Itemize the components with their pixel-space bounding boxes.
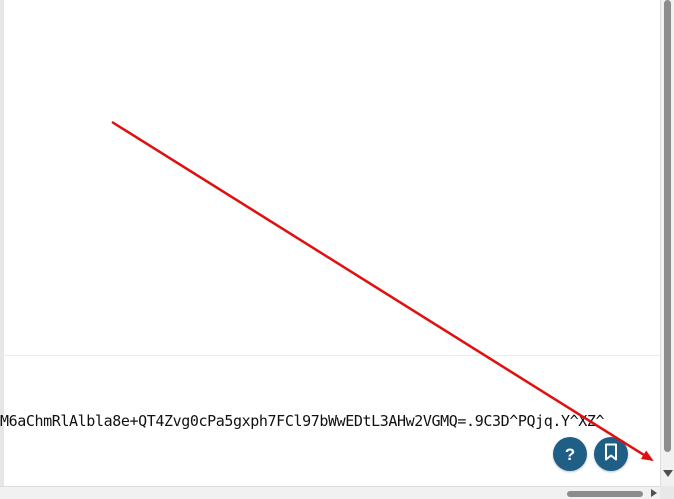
vertical-scrollbar-thumb[interactable] bbox=[664, 0, 671, 452]
bookmark-button[interactable] bbox=[594, 437, 628, 471]
bookmark-icon bbox=[604, 443, 618, 465]
horizontal-scrollbar[interactable] bbox=[0, 486, 674, 499]
token-text: M6aChmRlAlbla8e+QT4Zvg0cPa5gxph7FCl97bWw… bbox=[0, 412, 605, 430]
page-content: M6aChmRlAlbla8e+QT4Zvg0cPa5gxph7FCl97bWw… bbox=[0, 0, 660, 486]
scroll-right-arrow-icon[interactable] bbox=[651, 489, 657, 497]
vertical-scrollbar[interactable] bbox=[660, 0, 674, 486]
section-divider bbox=[0, 355, 660, 356]
scrollbar-corner bbox=[660, 486, 674, 499]
scroll-down-arrow-icon[interactable] bbox=[663, 470, 673, 477]
help-button[interactable]: ? bbox=[553, 437, 587, 471]
horizontal-scrollbar-thumb[interactable] bbox=[567, 491, 643, 497]
help-button-label: ? bbox=[564, 444, 576, 464]
browser-viewport: M6aChmRlAlbla8e+QT4Zvg0cPa5gxph7FCl97bWw… bbox=[0, 0, 674, 499]
